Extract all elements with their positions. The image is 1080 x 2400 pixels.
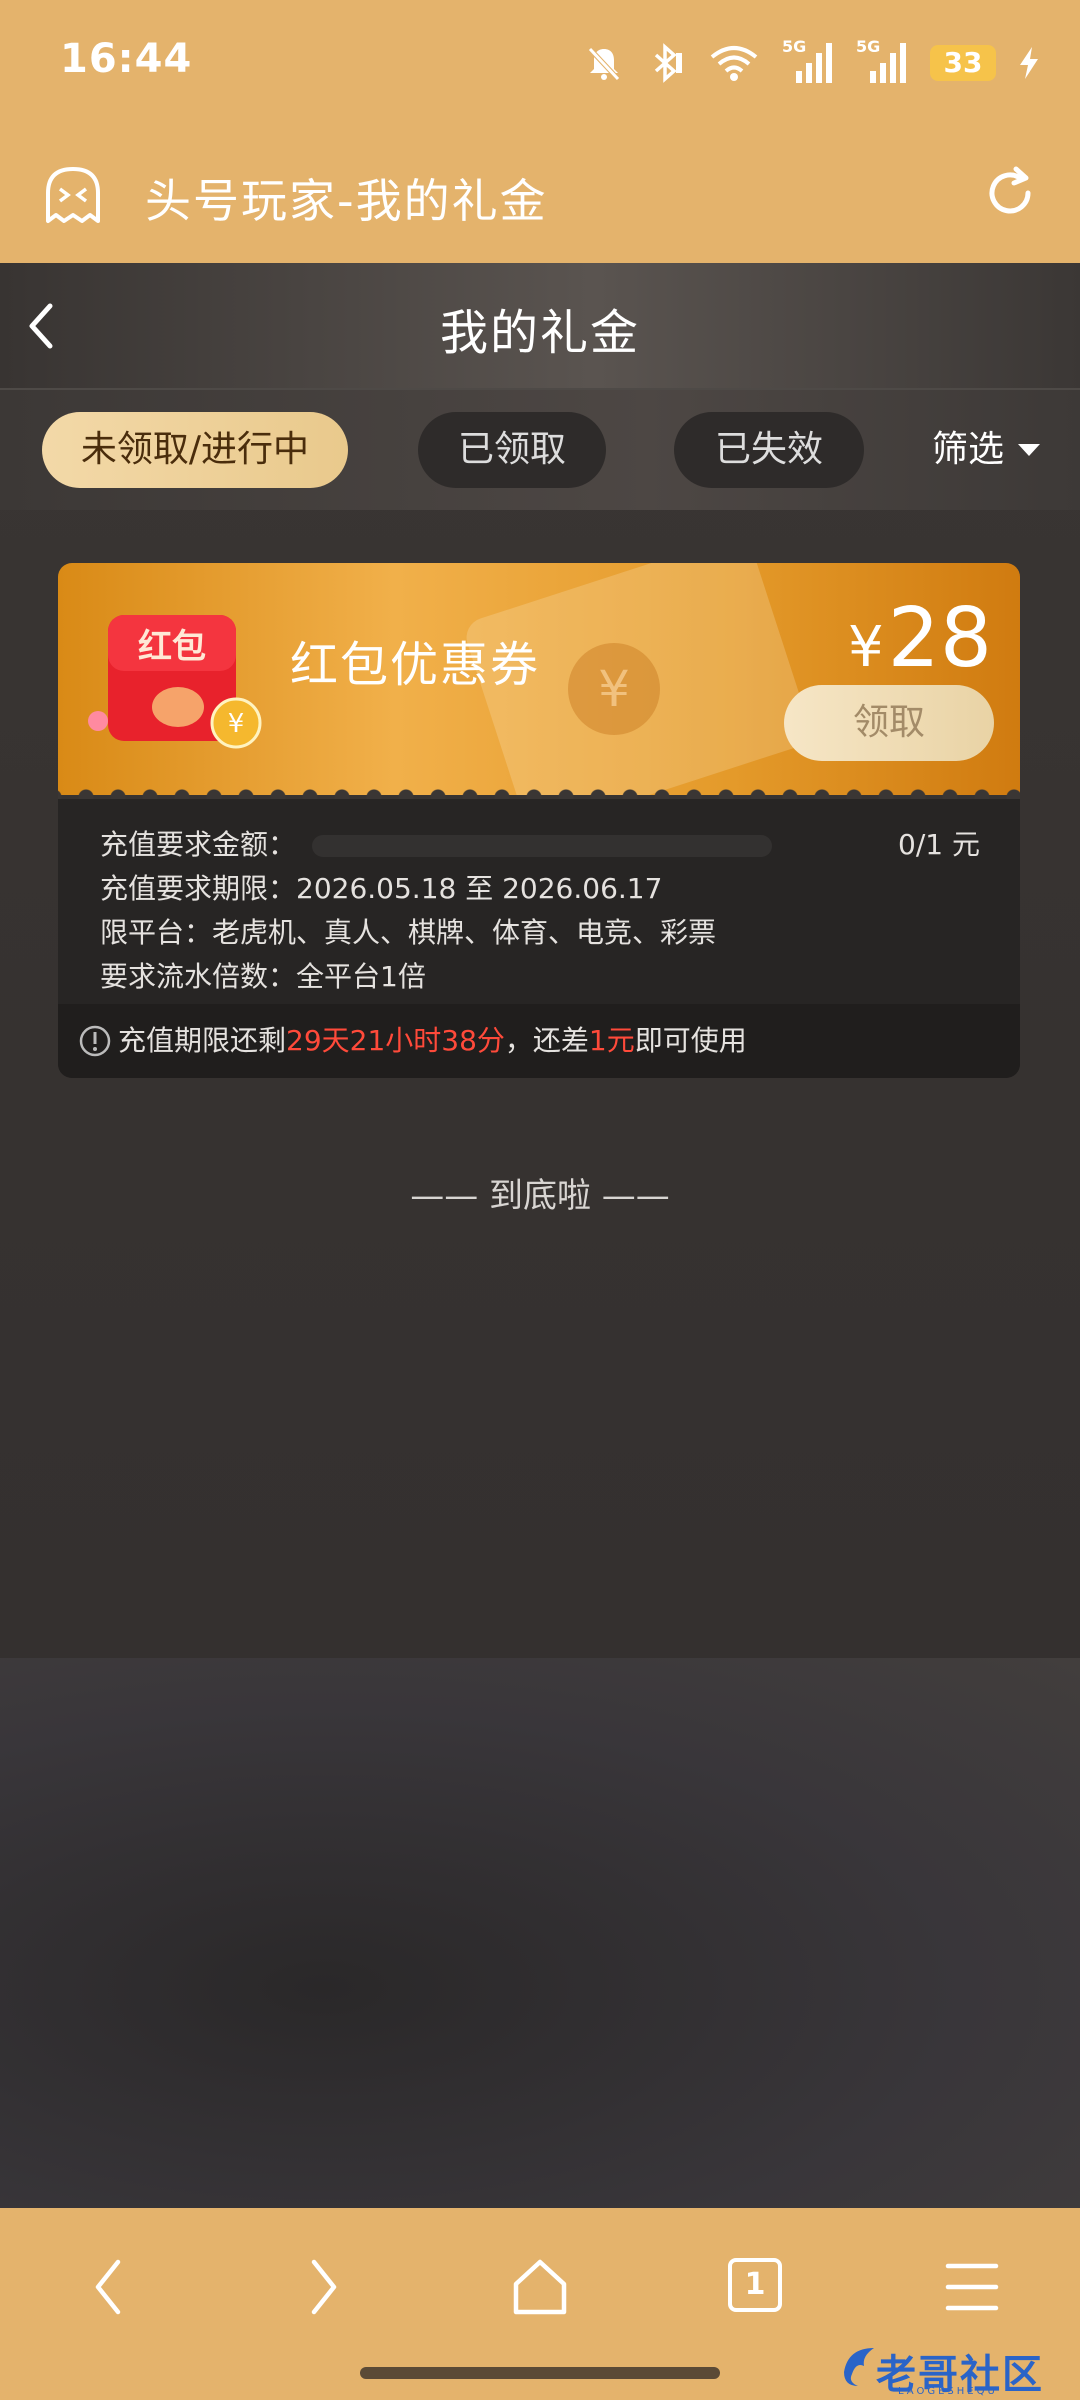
status-bar: 16:44 5G 5G 33 (0, 0, 1080, 125)
ghost-icon[interactable] (40, 165, 106, 227)
caret-down-icon (1018, 444, 1040, 456)
countdown-notice: 充值期限还剩29天21小时38分，还差1元即可使用 (58, 1004, 1020, 1078)
gesture-home-bar[interactable] (360, 2367, 720, 2379)
back-icon[interactable] (88, 2256, 128, 2318)
browser-page-title: 头号玩家-我的礼金 (145, 174, 548, 228)
filter-button[interactable]: 筛选 (932, 412, 1040, 488)
filter-label: 筛选 (931, 429, 1004, 470)
battery-icon: 33 (930, 45, 996, 81)
menu-icon[interactable] (944, 2256, 1000, 2318)
tab-claimed[interactable]: 已领取 (418, 412, 606, 488)
wifi-icon (710, 46, 758, 81)
notice-middle: ，还差 (504, 1024, 589, 1057)
end-of-list-text: —— 到底啦 —— (410, 1176, 670, 1216)
page-title: 我的礼金 (439, 305, 640, 361)
currency-symbol: ¥ (848, 615, 884, 680)
page-header: 我的礼金 (0, 263, 1080, 390)
coupon-name: 红包优惠券 (290, 637, 541, 693)
coin-symbol: ¥ (228, 709, 245, 739)
turnover-requirement: 要求流水倍数：全平台1倍 (100, 960, 426, 993)
recharge-period: 充值要求期限：2026.05.18 至 2026.06.17 (100, 872, 663, 905)
tab-expired[interactable]: 已失效 (674, 412, 864, 488)
refresh-icon[interactable] (980, 163, 1040, 223)
main-content: 我的礼金 未领取/进行中 已领取 已失效 筛选 ¥ ¥ 红包 红包优惠券 ¥28… (0, 263, 1080, 1658)
tab-unclaimed-in-progress[interactable]: 未领取/进行中 (42, 412, 348, 488)
charging-icon (1020, 47, 1038, 79)
recharge-amount-label: 充值要求金额： (100, 828, 297, 861)
red-packet-icon: ¥ 红包 (88, 615, 262, 749)
amount-value: 28 (887, 591, 992, 686)
red-packet-badge-text: 红包 (138, 627, 206, 667)
info-circle-icon (79, 1025, 111, 1057)
home-icon[interactable] (510, 2256, 570, 2318)
status-time: 16:44 (60, 36, 193, 82)
notice-shortfall: 1元 (588, 1024, 635, 1057)
empty-background (0, 1658, 1080, 2208)
coupon-amount: ¥28 (848, 591, 992, 686)
site-watermark-logo: 老哥社区 LAOGESHEQU (838, 2342, 1063, 2398)
claim-button[interactable]: 领取 (784, 685, 994, 761)
forward-icon[interactable] (304, 2256, 344, 2318)
signal-icon-2: 5G (856, 37, 908, 85)
coupon-card: ¥ ¥ 红包 红包优惠券 ¥28 领取 充值要求金额： 0/1 元 充值要求期限… (58, 563, 1020, 1078)
masked-amount-bar (312, 835, 773, 857)
coupon-details: 充值要求金额： 0/1 元 充值要求期限：2026.05.18 至 2026.0… (58, 799, 1020, 1078)
platform-restriction: 限平台：老虎机、真人、棋牌、体育、电竞、彩票 (100, 916, 717, 949)
watermark-subtext: LAOGESHEQU (898, 2386, 998, 2397)
mute-bell-icon (588, 47, 620, 81)
recharge-amount-row: 充值要求金额： (100, 823, 773, 863)
yen-coin-watermark-icon: ¥ (568, 643, 660, 735)
notice-prefix: 充值期限还剩 (118, 1024, 287, 1057)
status-tabs: 未领取/进行中 已领取 已失效 筛选 (0, 390, 1080, 510)
signal-icon-1: 5G (782, 37, 834, 85)
coupon-header: ¥ ¥ 红包 红包优惠券 ¥28 领取 (58, 563, 1020, 795)
recharge-progress: 0/1 元 (898, 828, 980, 861)
notice-suffix: 即可使用 (634, 1024, 747, 1057)
status-icons: 5G 5G 33 (584, 37, 1040, 88)
browser-title-bar: 头号玩家-我的礼金 (0, 125, 1080, 263)
bluetooth-icon (654, 43, 682, 83)
notice-remaining-time: 29天21小时38分 (286, 1024, 505, 1057)
notice-text: 充值期限还剩29天21小时38分，还差1元即可使用 (118, 1004, 747, 1078)
tabs-count-icon[interactable]: 1 (728, 2258, 782, 2312)
